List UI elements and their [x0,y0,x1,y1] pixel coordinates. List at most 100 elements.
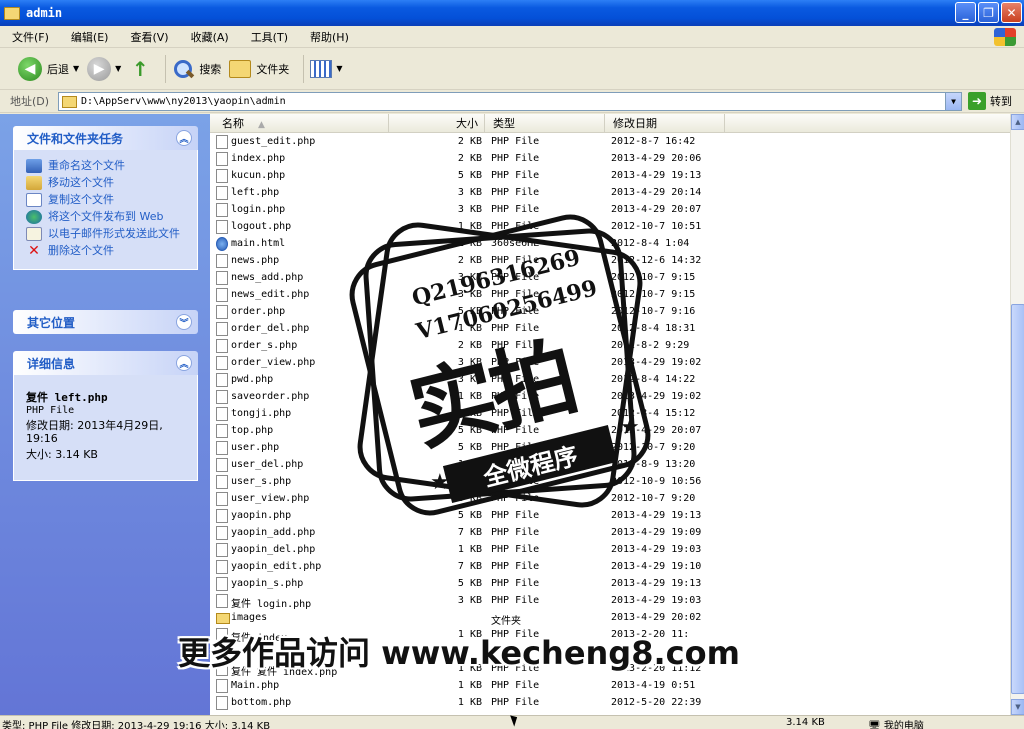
column-header: 名称 ▲ 大小 类型 修改日期 [210,114,1010,133]
file-row[interactable]: images 文件夹 2013-4-29 20:02 [210,610,1010,627]
vertical-scrollbar[interactable]: ▲ ▼ [1010,114,1024,715]
scroll-thumb[interactable] [1011,304,1024,694]
column-date-label: 修改日期 [613,117,657,130]
watermark-banner: 更多作品访问 www.kecheng8.com [178,634,740,672]
up-folder-button[interactable]: ↑ [129,57,151,81]
php-file-icon [216,254,228,268]
file-name: news_add.php [231,272,304,283]
file-name: news.php [231,255,280,266]
column-date[interactable]: 修改日期 [605,114,725,133]
file-row[interactable]: index.php 2 KB PHP File 2013-4-29 20:06 [210,151,1010,168]
php-file-icon [216,560,228,574]
views-icon [310,59,333,78]
task-publish-web[interactable]: 将这个文件发布到 Web [26,210,189,224]
column-type[interactable]: 类型 [485,114,605,133]
file-name: user_s.php [231,476,292,487]
php-file-icon [216,152,228,166]
file-date: 2013-4-29 19:03 [611,544,702,555]
file-size: 3 KB [457,595,482,606]
file-type: PHP File [491,680,540,691]
chevron-down-icon[interactable]: ▼ [945,93,961,110]
task-email[interactable]: 以电子邮件形式发送此文件 [26,227,189,241]
file-row[interactable]: kucun.php 5 KB PHP File 2013-4-29 19:13 [210,168,1010,185]
file-name: yaopin_del.php [231,544,316,555]
file-row[interactable]: left.php 3 KB PHP File 2013-4-29 20:14 [210,185,1010,202]
restore-button[interactable]: ❐ [978,2,999,23]
task-rename[interactable]: 重命名这个文件 [26,159,189,173]
php-file-icon [216,696,228,710]
scroll-up-icon[interactable]: ▲ [1011,114,1024,130]
php-file-icon [216,186,228,200]
file-type: PHP File [491,578,540,589]
star-icon: ★ [430,470,450,495]
views-button[interactable]: ▼ [310,59,342,78]
php-file-icon [216,543,228,557]
file-type: PHP File [491,136,540,147]
php-file-icon [216,322,228,336]
chevron-down-icon[interactable]: ▼ [115,64,121,73]
task-pane: 文件和文件夹任务 ︽ 重命名这个文件 移动这个文件 复制这个文件 将这个文件发布… [0,114,210,715]
address-bar: 地址(D) D:\AppServ\www\ny2013\yaopin\admin… [0,90,1024,113]
folder-icon [216,613,230,624]
file-name: kucun.php [231,170,286,181]
folder-icon [62,96,77,108]
menu-view[interactable]: 查看(V) [118,29,178,45]
chevron-down-icon[interactable]: ▼ [73,64,79,73]
php-file-icon [216,169,228,183]
file-tasks-header[interactable]: 文件和文件夹任务 ︽ [13,126,198,150]
folders-label: 文件夹 [256,62,290,76]
menu-help[interactable]: 帮助(H) [298,29,359,45]
sort-ascending-icon: ▲ [258,120,265,130]
expand-icon[interactable]: ︾ [176,314,192,330]
php-file-icon [216,305,228,319]
file-row[interactable]: yaopin_s.php 5 KB PHP File 2013-4-29 19:13 [210,576,1010,593]
file-row[interactable]: yaopin_edit.php 7 KB PHP File 2013-4-29 19:… [210,559,1010,576]
column-type-label: 类型 [493,117,515,130]
go-arrow-icon: ➜ [968,92,986,110]
column-size-label: 大小 [456,117,478,130]
menu-favorites[interactable]: 收藏(A) [179,29,239,45]
task-delete[interactable]: ✕ 删除这个文件 [26,243,189,259]
close-button[interactable]: ✕ [1001,2,1022,23]
forward-arrow-icon: ▶ [87,56,112,81]
scroll-down-icon[interactable]: ▼ [1011,699,1024,715]
back-button[interactable]: ◀ 后退 ▼ [18,56,79,81]
task-move[interactable]: 移动这个文件 [26,176,189,190]
file-row[interactable]: Main.php 1 KB PHP File 2013-4-19 0:51 [210,678,1010,695]
address-label: 地址(D) [10,95,50,108]
php-file-icon [216,424,228,438]
column-name[interactable]: 名称 ▲ [210,114,389,133]
file-row[interactable]: 复件 login.php 3 KB PHP File 2013-4-29 19:03 [210,593,1010,610]
toolbar-separator [303,54,305,83]
file-date: 2013-4-29 19:13 [611,578,702,589]
file-name: yaopin.php [231,510,292,521]
go-button[interactable]: ➜ 转到 [968,92,1012,110]
file-row[interactable]: guest_edit.php 2 KB PHP File 2012-8-7 16:42 [210,134,1010,151]
php-file-icon [216,594,228,608]
menu-edit[interactable]: 编辑(E) [59,29,119,45]
file-name: news_edit.php [231,289,310,300]
collapse-icon[interactable]: ︽ [176,130,192,146]
minimize-button[interactable]: _ [955,2,976,23]
task-copy[interactable]: 复制这个文件 [26,193,189,207]
address-input[interactable]: D:\AppServ\www\ny2013\yaopin\admin ▼ [58,92,962,111]
menu-tools[interactable]: 工具(T) [239,29,298,45]
file-name: saveorder.php [231,391,310,402]
folders-icon [229,59,252,78]
column-size[interactable]: 大小 [389,114,485,133]
file-name: order_s.php [231,340,298,351]
details-header[interactable]: 详细信息 ︽ [13,351,198,375]
forward-button[interactable]: ▶ ▼ [87,56,121,81]
menu-file[interactable]: 文件(F) [0,29,59,45]
other-places-title: 其它位置 [27,315,76,330]
file-row[interactable]: bottom.php 1 KB PHP File 2012-5-20 22:39 [210,695,1010,712]
file-type: PHP File [491,170,540,181]
search-button[interactable]: 搜索 [172,58,221,80]
file-name: user_del.php [231,459,304,470]
other-places-header[interactable]: 其它位置 ︾ [13,310,198,334]
folders-button[interactable]: 文件夹 [229,59,290,78]
status-size: 3.14 KB [786,717,825,728]
collapse-icon[interactable]: ︽ [176,355,192,371]
file-name: order.php [231,306,286,317]
chevron-down-icon[interactable]: ▼ [336,64,342,73]
